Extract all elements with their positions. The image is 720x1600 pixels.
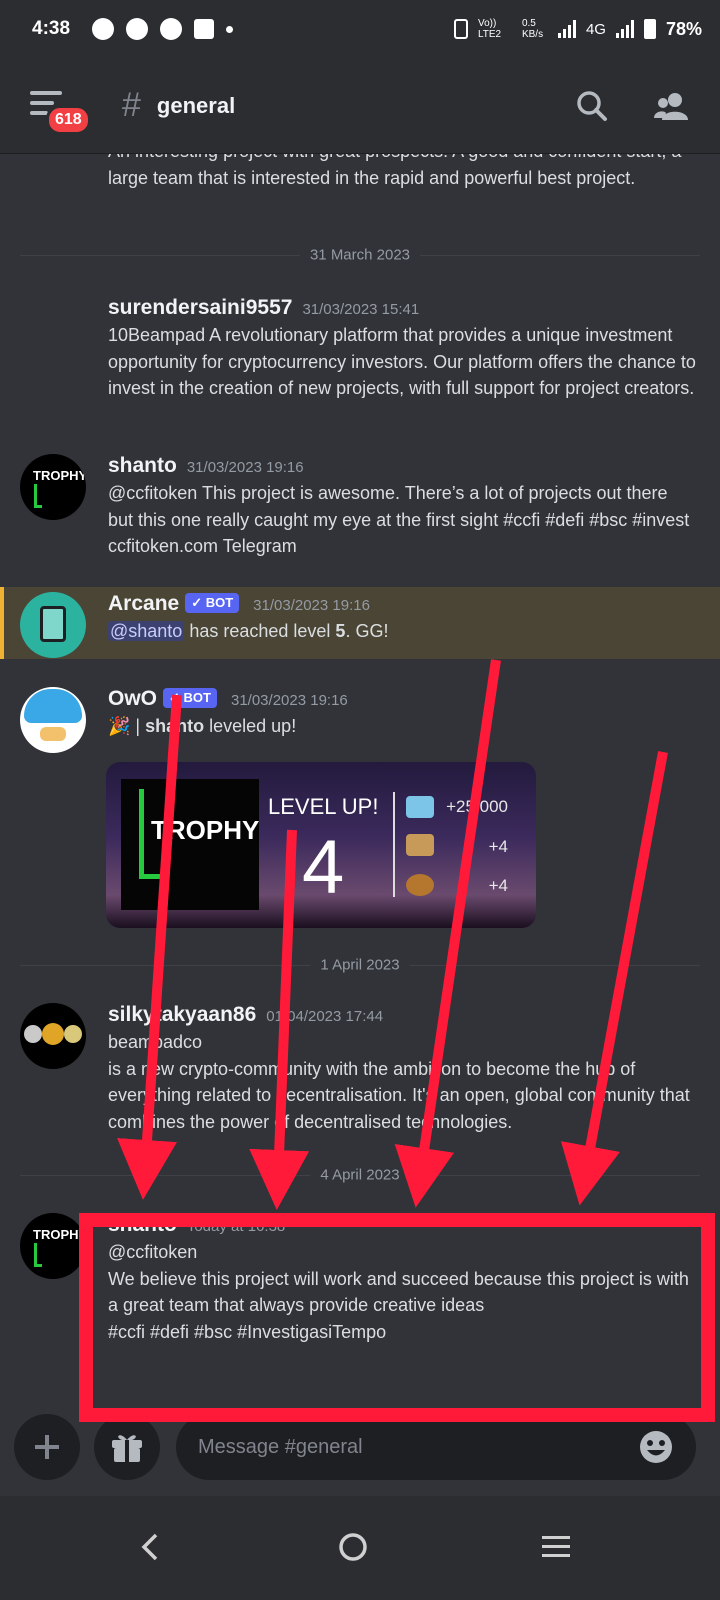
battery-level: 78% <box>665 18 702 39</box>
message-input-placeholder: Message #general <box>198 1435 363 1458</box>
lte-label: Vo)) LTE2 <box>477 18 502 40</box>
timestamp: 31/03/2023 19:16 <box>230 692 348 709</box>
bitcoin-icon <box>42 1023 64 1045</box>
reward-cowoncy: +25,000 <box>446 797 508 816</box>
status-bar: 4:38 Vo)) LTE2 0.5 KB/s 4G 78% <box>0 0 720 58</box>
date-divider: 31 March 2023 <box>20 246 700 264</box>
party-emoji: 🎉 <box>108 716 131 736</box>
timestamp: 31/03/2023 19:16 <box>186 459 304 476</box>
avatar[interactable]: TROPHY <box>20 1213 86 1279</box>
bot-badge: ✓ BOT <box>163 688 217 708</box>
timestamp: 31/03/2023 19:16 <box>253 597 370 614</box>
level-up-label: LEVEL UP! <box>268 794 379 819</box>
plus-icon <box>35 1435 59 1459</box>
messenger-icon <box>160 18 183 40</box>
coin-icon <box>64 1025 82 1043</box>
timestamp: Today at 16:38 <box>186 1218 286 1235</box>
network-speed: 0.5 KB/s <box>521 18 544 40</box>
level-number: 4 <box>302 825 345 910</box>
trophy-icon <box>34 1243 42 1267</box>
back-icon[interactable] <box>138 1532 162 1562</box>
clock: 4:38 <box>32 18 71 39</box>
signal-icon-2 <box>615 20 634 38</box>
menu-button[interactable]: 618 <box>30 90 91 135</box>
reward-lootbox: +4 <box>488 876 508 895</box>
username[interactable]: shanto <box>108 454 177 477</box>
card-divider <box>393 792 395 897</box>
network-type: 4G <box>585 20 606 38</box>
page-title: general <box>156 92 236 118</box>
username[interactable]: OwO <box>108 687 157 710</box>
username[interactable]: Arcane <box>108 592 179 615</box>
message-text: @ccfitoken This project is awesome. Ther… <box>108 483 690 556</box>
coin-icon <box>24 1025 42 1043</box>
message-text: @ccfitoken We believe this project will … <box>108 1242 689 1342</box>
more-dot-icon <box>226 25 234 33</box>
username[interactable]: surendersaini9557 <box>108 296 292 319</box>
username[interactable]: silkytakyaan86 <box>108 1003 256 1026</box>
recents-icon[interactable] <box>540 1532 572 1562</box>
home-icon[interactable] <box>338 1532 368 1562</box>
telegram-icon <box>92 18 115 40</box>
reward-crate: +4 <box>488 837 508 856</box>
avatar[interactable] <box>20 1003 86 1069</box>
message-composer: Message #general <box>0 1400 720 1496</box>
avatar[interactable] <box>20 687 86 753</box>
telegram-icon <box>126 18 149 40</box>
message-text: beampadco is a new crypto-community with… <box>108 1032 690 1132</box>
bot-badge: ✓ BOT <box>185 593 240 613</box>
lantern-icon <box>40 606 66 642</box>
message-text: @shanto has reached level 5. GG! <box>108 621 389 641</box>
message-text: 10Beampad A revolutionary platform that … <box>108 325 696 398</box>
message-text: 🎉 | shanto leveled up! <box>108 716 297 736</box>
trophy-icon <box>139 789 169 879</box>
username[interactable]: shanto <box>108 1213 177 1236</box>
signal-icon <box>557 20 576 38</box>
level-up-card[interactable]: TROPHY LEVEL UP! 4 +25,000 +4 +4 <box>106 762 536 928</box>
battery-icon <box>643 19 656 39</box>
trophy-icon <box>34 484 42 508</box>
system-nav-bar <box>0 1496 720 1600</box>
add-attachment-button[interactable] <box>14 1414 80 1480</box>
emoji-icon[interactable] <box>638 1429 674 1465</box>
user-mention[interactable]: @shanto <box>108 621 185 641</box>
date-divider: 4 April 2023 <box>20 1166 700 1184</box>
hash-icon: # <box>122 86 141 124</box>
avatar[interactable]: TROPHY <box>20 454 86 520</box>
menu-icon <box>30 90 62 95</box>
notification-icons <box>92 18 234 40</box>
message-input[interactable]: Message #general <box>176 1414 696 1480</box>
vibrate-icon <box>453 19 468 39</box>
gift-icon <box>112 1435 142 1462</box>
anime-avatar-icon <box>24 689 82 723</box>
facebook-icon <box>194 19 215 39</box>
members-icon[interactable] <box>654 90 690 122</box>
timestamp: 01/04/2023 17:44 <box>266 1008 384 1025</box>
gift-button[interactable] <box>94 1414 160 1480</box>
timestamp: 31/03/2023 15:41 <box>302 301 420 318</box>
avatar[interactable] <box>20 592 86 658</box>
search-icon[interactable] <box>576 90 608 122</box>
notification-badge: 618 <box>46 104 91 135</box>
date-divider: 1 April 2023 <box>20 956 700 974</box>
channel-header-bar: 618 # general <box>0 58 720 154</box>
trophy-image: TROPHY <box>121 779 259 910</box>
